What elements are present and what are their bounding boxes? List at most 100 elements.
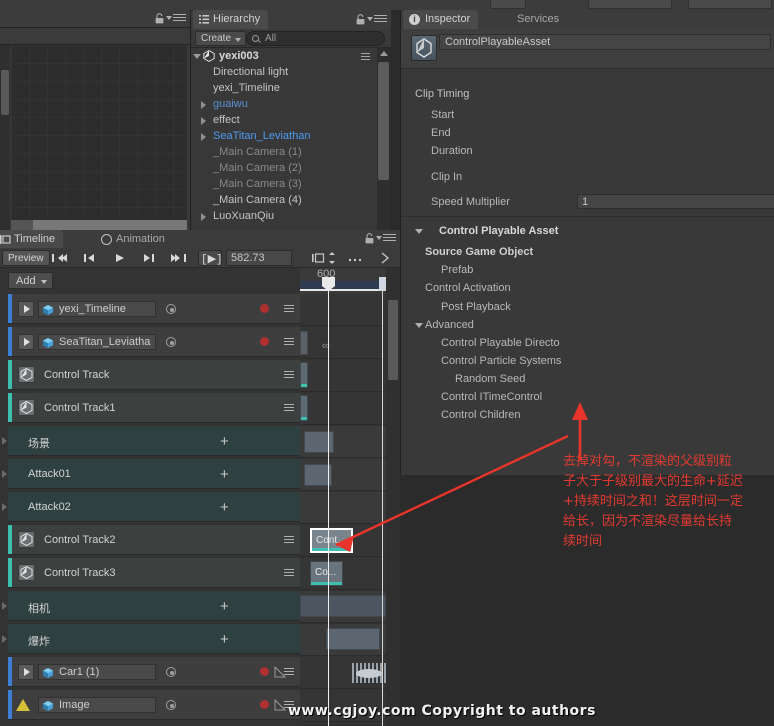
clip-control-track3[interactable]: Co... xyxy=(310,561,343,586)
track-record-button[interactable] xyxy=(260,337,269,346)
clip-preview-xiangji[interactable] xyxy=(300,595,386,617)
hierarchy-item-5[interactable]: SeaTitan_Leviathan xyxy=(191,128,377,144)
clip-seatitan-marker[interactable] xyxy=(300,331,308,355)
timeline-options-hamburger-icon[interactable] xyxy=(380,234,396,243)
next-frame-button[interactable] xyxy=(136,250,162,266)
group-collapse-icon[interactable] xyxy=(2,470,7,478)
hierarchy-tree[interactable]: yexi003 Directional light yexi_Timeline gua… xyxy=(191,48,377,238)
timeline-track-1[interactable]: SeaTitan_Leviatha xyxy=(8,327,300,357)
timeline-view-mode-button[interactable] xyxy=(308,250,340,266)
hierarchy-root-row-menu-icon[interactable] xyxy=(357,53,370,61)
chevron-right-icon[interactable] xyxy=(201,213,206,221)
track-expand-button[interactable] xyxy=(18,664,34,680)
last-frame-button[interactable] xyxy=(166,250,192,266)
tab-timeline[interactable]: Timeline xyxy=(0,230,64,249)
track-target-picker-icon[interactable] xyxy=(166,700,176,710)
track-options-menu-icon[interactable] xyxy=(279,569,294,578)
timeline-more-options-button[interactable] xyxy=(344,250,370,266)
timeline-track-8[interactable]: Control Track3 xyxy=(8,558,300,588)
chevron-right-icon[interactable] xyxy=(201,133,206,141)
toolbar-button-a[interactable] xyxy=(490,0,526,9)
hierarchy-scrollbar[interactable] xyxy=(377,48,390,238)
group-add-track-button[interactable]: + xyxy=(220,632,229,647)
timeline-track-12[interactable]: Image xyxy=(8,690,300,720)
track-record-button[interactable] xyxy=(260,304,269,313)
asset-name-field[interactable]: ControlPlayableAsset xyxy=(439,34,771,50)
hierarchy-scroll-thumb[interactable] xyxy=(378,62,389,180)
timeline-track-4[interactable]: 场景 + xyxy=(2,426,300,456)
timeline-ruler[interactable]: 600 xyxy=(300,268,386,294)
hierarchy-search-input[interactable]: All xyxy=(246,31,385,46)
lock-icon[interactable] xyxy=(155,13,164,24)
track-target-picker-icon[interactable] xyxy=(166,337,176,347)
track-target-picker-icon[interactable] xyxy=(166,667,176,677)
timeline-track-0[interactable]: yexi_Timeline xyxy=(8,294,300,324)
hierarchy-item-1[interactable]: Directional light xyxy=(191,64,377,80)
scroll-up-arrow-icon[interactable] xyxy=(380,51,388,56)
track-binding-field[interactable]: yexi_Timeline xyxy=(38,301,156,317)
track-record-button[interactable] xyxy=(260,700,269,709)
timeline-lane-3[interactable] xyxy=(300,393,386,425)
timeline-track-2[interactable]: Control Track xyxy=(8,360,300,390)
track-options-menu-icon[interactable] xyxy=(279,404,294,413)
timeline-expand-button[interactable] xyxy=(374,250,398,266)
play-button[interactable] xyxy=(106,250,132,266)
group-add-track-button[interactable]: + xyxy=(220,599,229,614)
track-record-button[interactable] xyxy=(260,667,269,676)
timeline-time-field[interactable]: 582.73 xyxy=(226,250,292,266)
timeline-lane-0[interactable] xyxy=(300,294,386,326)
scene-view-left-scrollbar[interactable] xyxy=(0,45,10,238)
clip-control-track1[interactable] xyxy=(300,395,308,421)
chevron-right-icon[interactable] xyxy=(201,117,206,125)
control-playable-asset-foldout-icon[interactable] xyxy=(415,229,423,234)
track-options-menu-icon[interactable] xyxy=(279,371,294,380)
hierarchy-item-0[interactable]: yexi003 xyxy=(191,48,377,64)
timeline-lane-2[interactable] xyxy=(300,360,386,392)
add-track-button[interactable]: Add xyxy=(8,272,53,289)
timeline-lane-6[interactable] xyxy=(300,492,386,524)
scene-view-grid[interactable] xyxy=(11,45,187,220)
track-binding-field[interactable]: SeaTitan_Leviatha xyxy=(38,334,156,350)
timeline-track-10[interactable]: 爆炸 + xyxy=(2,624,300,654)
group-add-track-button[interactable]: + xyxy=(220,467,229,482)
group-add-track-button[interactable]: + xyxy=(220,434,229,449)
group-collapse-icon[interactable] xyxy=(2,635,7,643)
timeline-track-9[interactable]: 相机 + xyxy=(2,591,300,621)
clip-preview-baozha[interactable] xyxy=(326,628,380,650)
clip-control-track[interactable] xyxy=(300,362,308,388)
track-expand-button[interactable] xyxy=(18,334,34,350)
timeline-vertical-scrollbar[interactable] xyxy=(388,300,398,380)
preview-button[interactable]: Preview xyxy=(2,250,50,266)
track-options-menu-icon[interactable] xyxy=(279,668,294,677)
speed-multiplier-field[interactable]: 1 xyxy=(577,194,774,209)
advanced-foldout-icon[interactable] xyxy=(415,323,423,328)
track-binding-field[interactable]: Car1 (1) xyxy=(38,664,156,680)
timeline-lane-1[interactable] xyxy=(300,327,386,359)
timeline-track-6[interactable]: Attack02 + xyxy=(2,492,300,522)
hierarchy-item-3[interactable]: guaiwu xyxy=(191,96,377,112)
hierarchy-item-8[interactable]: _Main Camera (3) xyxy=(191,176,377,192)
create-button[interactable]: Create xyxy=(195,31,247,46)
hierarchy-item-10[interactable]: LuoXuanQiu xyxy=(191,208,377,224)
scene-options-hamburger-icon[interactable] xyxy=(170,14,186,23)
hierarchy-item-9[interactable]: _Main Camera (4) xyxy=(191,192,377,208)
track-target-picker-icon[interactable] xyxy=(166,304,176,314)
toolbar-button-b[interactable] xyxy=(588,0,672,9)
timeline-track-11[interactable]: Car1 (1) xyxy=(8,657,300,687)
hierarchy-item-4[interactable]: effect xyxy=(191,112,377,128)
tab-services[interactable]: Services xyxy=(509,10,567,29)
timeline-track-3[interactable]: Control Track1 xyxy=(8,393,300,423)
tab-hierarchy[interactable]: Hierarchy xyxy=(193,10,269,29)
timeline-lock-icon[interactable] xyxy=(365,233,374,244)
first-frame-button[interactable] xyxy=(46,250,72,266)
track-binding-field[interactable]: Image xyxy=(38,697,156,713)
track-options-menu-icon[interactable] xyxy=(279,338,294,347)
hierarchy-lock-icon[interactable] xyxy=(356,14,365,25)
track-options-menu-icon[interactable] xyxy=(279,305,294,314)
group-collapse-icon[interactable] xyxy=(2,503,7,511)
group-collapse-icon[interactable] xyxy=(2,437,7,445)
group-add-track-button[interactable]: + xyxy=(220,500,229,515)
hierarchy-item-2[interactable]: yexi_Timeline xyxy=(191,80,377,96)
chevron-down-icon[interactable] xyxy=(193,54,201,59)
chevron-right-icon[interactable] xyxy=(201,101,206,109)
